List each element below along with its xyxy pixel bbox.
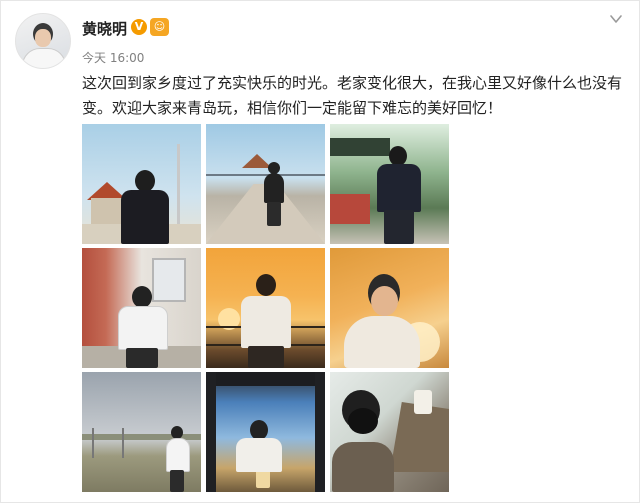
chevron-down-icon[interactable]: [609, 12, 623, 26]
photo-2[interactable]: [206, 124, 325, 244]
verified-badge-icon: V: [131, 19, 147, 35]
photo-4[interactable]: [82, 248, 201, 368]
post-text: 这次回到家乡度过了充实快乐的时光。老家变化很大，在我心里又好像什么也没有变。欢迎…: [82, 74, 623, 117]
photo-7[interactable]: [82, 372, 201, 492]
photo-6[interactable]: [330, 248, 449, 368]
photo-1[interactable]: [82, 124, 201, 244]
avatar-shirt: [22, 48, 66, 68]
member-badge-icon: ☺: [150, 18, 169, 36]
avatar-face: [35, 29, 51, 47]
photo-3[interactable]: [330, 124, 449, 244]
username[interactable]: 黄晓明: [82, 18, 127, 39]
photo-9[interactable]: [330, 372, 449, 492]
post-timestamp: 今天 16:00: [82, 51, 145, 65]
photo-5[interactable]: [206, 248, 325, 368]
avatar[interactable]: [15, 13, 71, 69]
photo-8[interactable]: [206, 372, 325, 492]
